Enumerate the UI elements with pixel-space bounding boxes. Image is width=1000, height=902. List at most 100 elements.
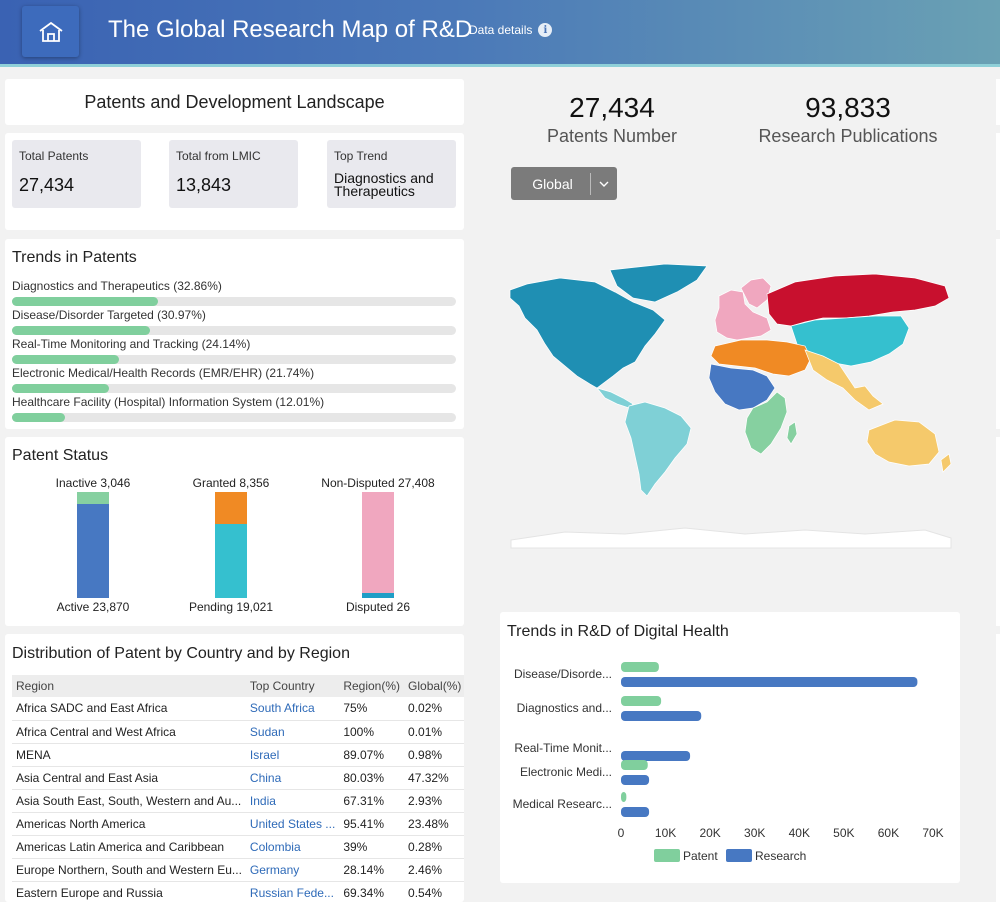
top-country-link[interactable]: Sudan [245,720,340,744]
status-bar-bottom-segment[interactable] [77,503,109,598]
map-region-central-america[interactable] [596,387,634,409]
rd-trends-chart: Disease/Disorde... Diagnostics and... Real… [513,662,944,863]
section-title: Distribution of Patent by Country and by… [12,645,350,662]
table-header-row: Region Top Country Region(%) Global(%) [12,675,464,697]
table-cell: 39% [339,835,405,859]
bar-research[interactable] [621,807,650,817]
top-country-link[interactable]: Israel [245,743,340,767]
trend-track [12,355,456,364]
top-country-link[interactable]: Germany [245,858,340,882]
category-label: Real-Time Monit... [514,741,612,755]
top-country-link[interactable]: United States ... [245,812,340,836]
region-select[interactable]: Global [511,167,617,200]
legend-label[interactable]: Patent [683,849,718,863]
category-label: Electronic Medi... [520,765,612,779]
top-country-link[interactable]: South Africa [245,697,340,721]
bar-patent[interactable] [621,662,659,672]
data-details-link[interactable]: Data details i [469,23,553,37]
status-bar-top-segment[interactable] [215,492,247,525]
region-select-value: Global [532,175,573,192]
trend-label: Disease/Disorder Targeted (30.97%) [12,308,206,322]
trend-row: Real-Time Monitoring and Tracking (24.14… [12,337,456,364]
table-row[interactable]: Africa SADC and East Africa South Africa 7… [12,697,464,721]
table-row[interactable]: MENA Israel 89.07% 0.98% [12,743,464,767]
bar-research[interactable] [621,775,650,785]
edge-card [996,239,1000,429]
map-region-scandinavia[interactable] [740,277,772,309]
map-region-madagascar[interactable] [786,421,798,445]
table-row[interactable]: Europe Northern, South and Western Eu...… [12,858,464,882]
kpi-value: Diagnostics and Therapeutics [334,170,434,199]
map-region-south-america[interactable] [624,401,692,497]
category-label: Medical Researc... [513,797,612,811]
map-region-australia[interactable] [866,419,940,467]
trend-track [12,384,456,393]
world-map[interactable] [505,258,955,550]
table-cell: 2.93% [404,789,464,813]
table-cell: 2.46% [404,858,464,882]
table-cell: Asia Central and East Asia [12,766,246,790]
top-country-link[interactable]: Colombia [245,835,340,859]
research-publications-value: 93,833 [805,92,891,123]
distribution-card: Distribution of Patent by Country and by… [5,634,464,902]
table-cell: 28.14% [339,858,405,882]
x-tick-label: 10K [655,826,676,840]
trend-track [12,326,456,335]
trend-row: Electronic Medical/Health Records (EMR/E… [12,366,456,393]
table-cell: 75% [339,697,405,721]
legend-swatch[interactable] [726,849,752,862]
bar-patent[interactable] [621,696,662,706]
legend-label[interactable]: Research [755,849,806,863]
table-row[interactable]: Americas Latin America and Caribbean Colo… [12,835,464,859]
column-header[interactable]: Top Country [245,675,340,697]
x-tick-label: 40K [789,826,810,840]
kpi-total-patents: Total Patents 27,434 [12,140,141,208]
map-region-new-zealand[interactable] [940,453,952,473]
status-bar-top-segment[interactable] [362,492,394,598]
patents-number-value: 27,434 [569,92,655,123]
table-row[interactable]: Americas North America United States ... 9… [12,812,464,836]
top-country-link[interactable]: India [245,789,340,813]
table-row[interactable]: Africa Central and West Africa Sudan 100% 0… [12,720,464,744]
distribution-table: Region Top Country Region(%) Global(%) Afri… [12,675,464,902]
status-bar-top-segment[interactable] [77,492,109,504]
table-row[interactable]: Eastern Europe and Russia Russian Fede...… [12,881,464,902]
home-button[interactable] [22,6,79,57]
top-country-link[interactable]: Russian Fede... [245,881,340,902]
chevron-down-icon[interactable] [591,181,617,187]
table-cell: 23.48% [404,812,464,836]
table-cell: Africa Central and West Africa [12,720,246,744]
status-top-label: Granted 8,356 [192,476,270,490]
landscape-title: Patents and Development Landscape [84,91,385,112]
bar-research[interactable] [621,677,918,687]
column-header[interactable]: Region(%) [339,675,405,697]
trend-track [12,413,456,422]
app-title: The Global Research Map of R&D [108,16,473,43]
trend-track [12,297,456,306]
patents-number-label: Patents Number [546,126,678,146]
patent-status-card: Patent Status Inactive 3,046 Active 23,87… [5,437,464,626]
table-row[interactable]: Asia South East, South, Western and Au..… [12,789,464,813]
column-header[interactable]: Global(%) [404,675,464,697]
bar-patent[interactable] [621,760,648,770]
trend-label: Electronic Medical/Health Records (EMR/E… [12,366,315,380]
column-header[interactable]: Region [12,675,246,697]
table-cell: 0.28% [404,835,464,859]
map-region-greenland[interactable] [609,263,708,303]
table-cell: Americas Latin America and Caribbean [12,835,246,859]
table-row[interactable]: Asia Central and East Asia China 80.03% 47.… [12,766,464,790]
status-bar-bottom-segment[interactable] [362,593,394,598]
table-cell: Africa SADC and East Africa [12,697,246,721]
bar-research[interactable] [621,711,702,721]
research-publications-label: Research Publications [758,126,938,146]
status-top-label: Non-Disputed 27,408 [321,476,435,490]
trends-in-patents-card: Trends in Patents Diagnostics and Therap… [5,239,464,429]
status-bar-bottom-segment[interactable] [215,524,247,598]
bar-patent[interactable] [621,792,627,802]
kpi-value: 13,843 [176,175,232,195]
legend-swatch[interactable] [654,849,680,862]
landscape-title-card: Patents and Development Landscape [5,79,464,125]
bar-research[interactable] [621,751,691,761]
top-country-link[interactable]: China [245,766,340,790]
info-icon[interactable]: i [538,23,553,37]
